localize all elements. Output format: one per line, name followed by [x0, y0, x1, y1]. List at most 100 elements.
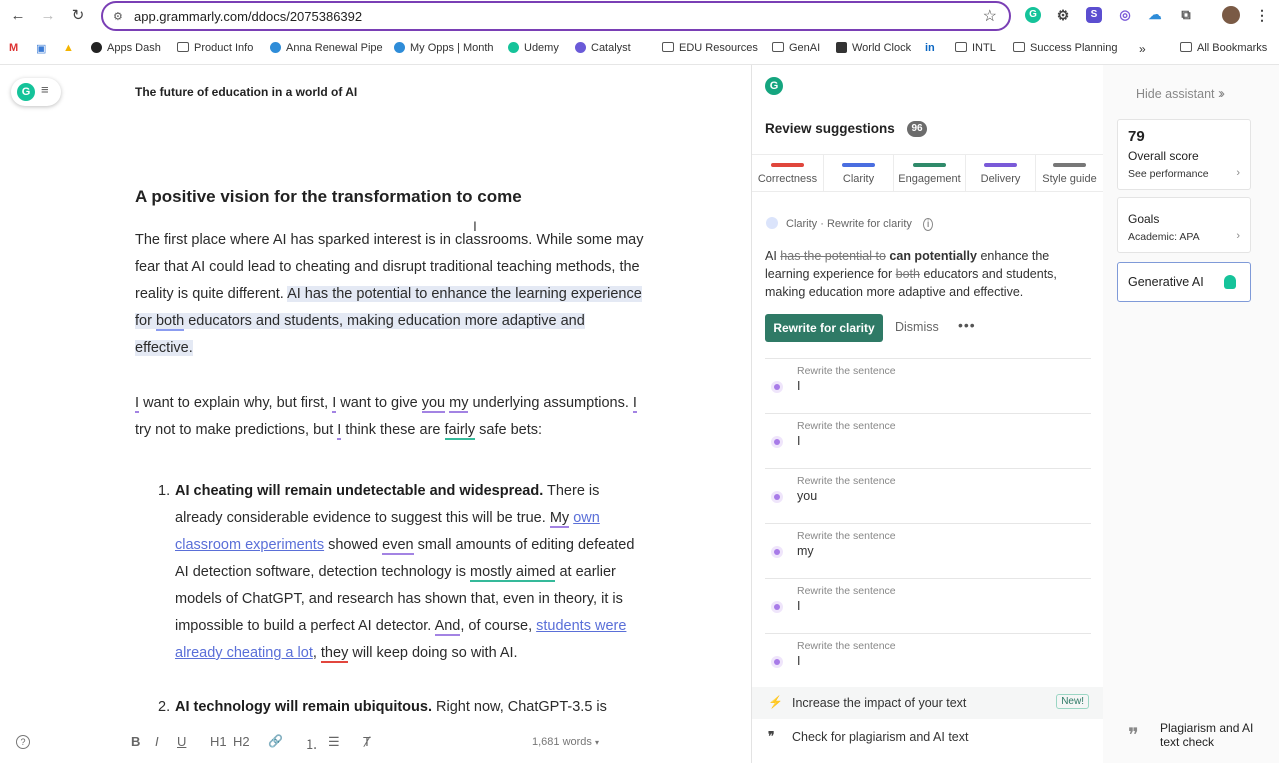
rewrite-word: you: [797, 489, 818, 503]
rewrite-suggestion-item[interactable]: Rewrite the sentence you: [765, 469, 1091, 524]
extension-target-icon[interactable]: ◎: [1117, 7, 1133, 23]
rewrite-suggestion-item[interactable]: Rewrite the sentence my: [765, 524, 1091, 579]
bookmark-intl[interactable]: INTL: [955, 42, 996, 54]
italic-button[interactable]: I: [155, 734, 159, 749]
flagged-word[interactable]: even: [382, 537, 414, 555]
clear-format-icon[interactable]: Ⱦ: [363, 734, 371, 749]
underline-button[interactable]: U: [177, 734, 186, 749]
overall-score-card[interactable]: 79 Overall score See performance ›: [1117, 119, 1251, 190]
hide-assistant-button[interactable]: Hide assistant ››: [1136, 85, 1225, 102]
ordered-list-icon[interactable]: ⒈: [305, 734, 318, 753]
grammarly-logo-icon: G: [17, 83, 35, 101]
grammarly-extension-icon[interactable]: G: [1025, 7, 1041, 23]
plagiarism-check-button[interactable]: ❞ Check for plagiarism and AI text: [752, 721, 1103, 753]
bookmark-my-opps[interactable]: My Opps | Month: [394, 42, 494, 54]
bookmark-success-planning[interactable]: Success Planning: [1013, 42, 1117, 54]
flagged-word[interactable]: my: [449, 395, 469, 413]
forward-icon[interactable]: →: [37, 6, 59, 26]
bookmark-product-info[interactable]: Product Info: [177, 42, 253, 54]
flagged-word[interactable]: they: [320, 645, 349, 663]
flagged-word[interactable]: I: [332, 395, 337, 413]
list-item-1[interactable]: AI cheating will remain undetectable and…: [175, 478, 645, 667]
site-info-icon[interactable]: ⚙: [113, 10, 123, 23]
bookmark-world-clock[interactable]: World Clock: [836, 42, 911, 54]
bookmark-edu-resources[interactable]: EDU Resources: [662, 42, 758, 54]
category-bar: [984, 163, 1017, 167]
section-heading[interactable]: A positive vision for the transformation…: [135, 187, 522, 207]
tab-delivery[interactable]: Delivery: [966, 155, 1036, 192]
flagged-word[interactable]: My: [549, 510, 570, 528]
bookmark-catalyst[interactable]: Catalyst: [575, 42, 631, 54]
help-icon[interactable]: ?: [16, 735, 30, 749]
gmail-icon[interactable]: M: [9, 42, 18, 54]
flagged-word[interactable]: I: [337, 422, 342, 440]
bookmark-all-bookmarks[interactable]: All Bookmarks: [1180, 42, 1267, 54]
flagged-word[interactable]: I: [135, 395, 140, 413]
flagged-word[interactable]: I: [632, 395, 637, 413]
paragraph-1[interactable]: The first place where AI has sparked int…: [135, 227, 645, 362]
tab-style-guide[interactable]: Style guide: [1036, 155, 1103, 192]
drive-icon[interactable]: ▲: [63, 42, 74, 54]
flagged-word[interactable]: mostly aimed: [470, 564, 556, 582]
generative-ai-button[interactable]: Generative AI: [1117, 262, 1251, 302]
bookmark-anna-renewal-pipe[interactable]: Anna Renewal Pipe: [270, 42, 383, 54]
browser-menu-icon[interactable]: ⋮: [1254, 7, 1270, 23]
more-options-icon[interactable]: •••: [958, 317, 976, 333]
paragraph-2[interactable]: I want to explain why, but first, I want…: [135, 390, 645, 444]
bullet-list-icon[interactable]: ☰: [328, 734, 340, 750]
bookmark-apps-dash[interactable]: Apps Dash: [91, 42, 161, 54]
grammarly-menu-button[interactable]: G ≡: [11, 78, 61, 106]
bold-button[interactable]: B: [131, 734, 140, 749]
rewrite-for-clarity-button[interactable]: Rewrite for clarity: [765, 314, 883, 342]
address-bar[interactable]: ⚙ app.grammarly.com/ddocs/2075386392 ☆: [101, 1, 1011, 31]
paragraph-text: , of course,: [460, 618, 533, 634]
heading2-button[interactable]: H2: [233, 734, 250, 749]
rewrite-suggestion-item[interactable]: Rewrite the sentence I: [765, 359, 1091, 414]
ai-rewrite-icon: [771, 601, 783, 613]
extensions-puzzle-icon[interactable]: ⧉: [1178, 7, 1194, 23]
extension-cloud-icon[interactable]: ☁: [1147, 7, 1163, 23]
tab-correctness[interactable]: Correctness: [752, 155, 824, 192]
paragraph-text: safe bets:: [479, 422, 543, 438]
generative-ai-label: Generative AI: [1128, 275, 1204, 289]
link-icon[interactable]: 🔗: [268, 734, 283, 748]
bookmark-star-icon[interactable]: ☆: [983, 6, 997, 26]
document-title[interactable]: The future of education in a world of AI: [135, 85, 357, 99]
flagged-word[interactable]: And: [434, 618, 461, 636]
back-icon[interactable]: ←: [7, 6, 29, 26]
extension-s-icon[interactable]: S: [1086, 7, 1102, 23]
rewrite-header: Rewrite the sentence: [797, 365, 896, 377]
increase-impact-button[interactable]: ⚡ Increase the impact of your text New!: [752, 687, 1103, 719]
reload-icon[interactable]: ↻: [67, 6, 89, 26]
tab-engagement[interactable]: Engagement: [894, 155, 966, 192]
rewrite-suggestion-item[interactable]: Rewrite the sentence I: [765, 579, 1091, 634]
bookmark-genai[interactable]: GenAI: [772, 42, 820, 54]
heading1-button[interactable]: H1: [210, 734, 227, 749]
list-item-2[interactable]: AI technology will remain ubiquitous. Ri…: [175, 694, 645, 721]
more-bookmarks-icon[interactable]: »: [1139, 42, 1146, 56]
linkedin-icon[interactable]: in: [925, 42, 935, 54]
rewrite-suggestion-item[interactable]: Rewrite the sentence I: [765, 634, 1091, 679]
gear-extension-icon[interactable]: ⚙: [1055, 7, 1071, 23]
tab-label: Clarity: [842, 173, 875, 185]
contacts-icon[interactable]: ▣: [36, 42, 46, 55]
flagged-word[interactable]: fairly: [444, 422, 476, 440]
profile-avatar[interactable]: [1222, 6, 1240, 24]
bookmark-udemy[interactable]: Udemy: [508, 42, 559, 54]
goals-card[interactable]: Goals Academic: APA ›: [1117, 197, 1251, 253]
tab-label: Engagement: [898, 173, 961, 185]
tab-label: Correctness: [757, 173, 818, 185]
rewrite-header: Rewrite the sentence: [797, 475, 896, 487]
suggestion-preview[interactable]: AI has the potential to can potentially …: [765, 247, 1075, 301]
rewrite-header: Rewrite the sentence: [797, 585, 896, 597]
flagged-word[interactable]: you: [421, 395, 446, 413]
url-text[interactable]: app.grammarly.com/ddocs/2075386392: [134, 9, 362, 24]
word-count[interactable]: 1,681 words ▾: [532, 736, 599, 748]
tab-clarity[interactable]: Clarity: [824, 155, 894, 192]
see-performance-link[interactable]: See performance: [1128, 168, 1209, 180]
highlight-word-both[interactable]: both: [155, 313, 185, 331]
rewrite-suggestion-item[interactable]: Rewrite the sentence I: [765, 414, 1091, 469]
removed-text: both: [895, 267, 920, 281]
info-icon[interactable]: i: [922, 218, 934, 231]
dismiss-button[interactable]: Dismiss: [895, 320, 939, 334]
